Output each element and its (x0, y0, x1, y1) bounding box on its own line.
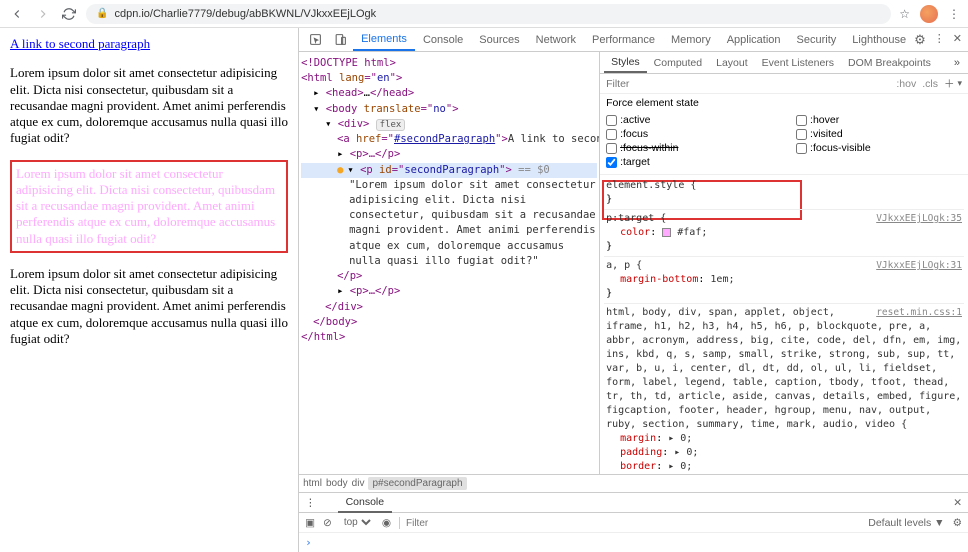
tab-memory[interactable]: Memory (663, 30, 719, 50)
page-link[interactable]: A link to second paragraph (10, 36, 150, 51)
rendered-page: A link to second paragraph Lorem ipsum d… (0, 28, 298, 552)
device-icon[interactable] (328, 33, 353, 46)
inspect-icon[interactable] (303, 33, 328, 46)
forward-button[interactable] (34, 5, 52, 23)
menu-icon[interactable]: ⋮ (948, 7, 960, 21)
tab-security[interactable]: Security (789, 30, 845, 50)
selected-node[interactable]: ▾ <p id="secondParagraph"> == $0 (301, 163, 597, 178)
url-bar[interactable]: 🔒 cdpn.io/Charlie7779/debug/abBKWNL/VJkx… (86, 4, 891, 24)
breadcrumb[interactable]: html body div p#secondParagraph (299, 474, 968, 492)
rule-link-1[interactable]: VJkxxEEjLOgk:35 (876, 212, 962, 225)
star-icon[interactable]: ☆ (899, 7, 910, 21)
back-button[interactable] (8, 5, 26, 23)
paragraph-2-target: Lorem ipsum dolor sit amet consectetur a… (10, 160, 288, 253)
styles-tab-computed[interactable]: Computed (647, 54, 709, 72)
styles-tab-dom-bp[interactable]: DOM Breakpoints (841, 54, 938, 72)
log-levels[interactable]: Default levels ▼ (868, 517, 944, 529)
styles-tab-layout[interactable]: Layout (709, 54, 755, 72)
tab-lighthouse[interactable]: Lighthouse (844, 30, 914, 50)
tab-performance[interactable]: Performance (584, 30, 663, 50)
paragraph-1: Lorem ipsum dolor sit amet consectetur a… (10, 65, 288, 146)
styles-filter[interactable] (606, 78, 892, 90)
paragraph-3: Lorem ipsum dolor sit amet consectetur a… (10, 266, 288, 347)
state-focus-visible[interactable]: :focus-visible (796, 142, 962, 154)
chevron-down-icon[interactable]: ▾ (957, 78, 962, 89)
chevron-icon[interactable]: » (954, 57, 964, 69)
tab-application[interactable]: Application (719, 30, 789, 50)
fes-title: Force element state (600, 94, 968, 112)
tab-sources[interactable]: Sources (471, 30, 527, 50)
state-visited[interactable]: :visited (796, 128, 962, 140)
console-clear-icon[interactable]: ⊘ (323, 517, 332, 529)
url-text: cdpn.io/Charlie7779/debug/abBKWNL/VJkxxE… (114, 8, 376, 20)
close-icon[interactable]: ✕ (953, 32, 962, 48)
swatch-icon[interactable] (662, 228, 671, 237)
tab-elements[interactable]: Elements (353, 29, 415, 51)
state-hover[interactable]: :hover (796, 114, 962, 126)
cls-toggle[interactable]: .cls (922, 78, 938, 90)
console-prompt[interactable]: › (299, 533, 968, 552)
state-target[interactable]: :target (606, 156, 772, 168)
state-focus[interactable]: :focus (606, 128, 772, 140)
more-icon[interactable]: ⋮ (934, 32, 945, 48)
styles-tab-styles[interactable]: Styles (604, 53, 647, 73)
reload-button[interactable] (60, 5, 78, 23)
tab-network[interactable]: Network (528, 30, 584, 50)
rule-link-2[interactable]: VJkxxEEjLOgk:31 (876, 259, 962, 272)
settings-icon[interactable]: ⚙ (914, 32, 926, 48)
console-tab[interactable]: Console (338, 493, 393, 513)
context-select[interactable]: top (340, 516, 374, 529)
console-sidebar-icon[interactable]: ▣ (305, 517, 315, 529)
state-active[interactable]: :active (606, 114, 772, 126)
styles-tab-events[interactable]: Event Listeners (755, 54, 841, 72)
console-gear-icon[interactable]: ⚙ (953, 517, 962, 529)
eye-icon[interactable]: ◉ (382, 517, 391, 529)
hov-toggle[interactable]: :hov (896, 78, 916, 90)
lock-icon: 🔒 (96, 8, 108, 19)
dom-tree[interactable]: <!DOCTYPE html> <html lang="en"> ▸ <head… (299, 52, 599, 474)
tab-console[interactable]: Console (415, 30, 471, 50)
state-focus-within[interactable]: :focus-within (606, 142, 772, 154)
console-close-icon[interactable]: ✕ (953, 497, 968, 509)
avatar[interactable] (920, 5, 938, 23)
new-style-icon[interactable]: ＋ (944, 76, 955, 91)
rule-link-3[interactable]: reset.min.css:1 (876, 306, 962, 319)
console-menu-icon[interactable]: ⋮ (299, 497, 322, 509)
console-filter[interactable] (406, 518, 860, 529)
